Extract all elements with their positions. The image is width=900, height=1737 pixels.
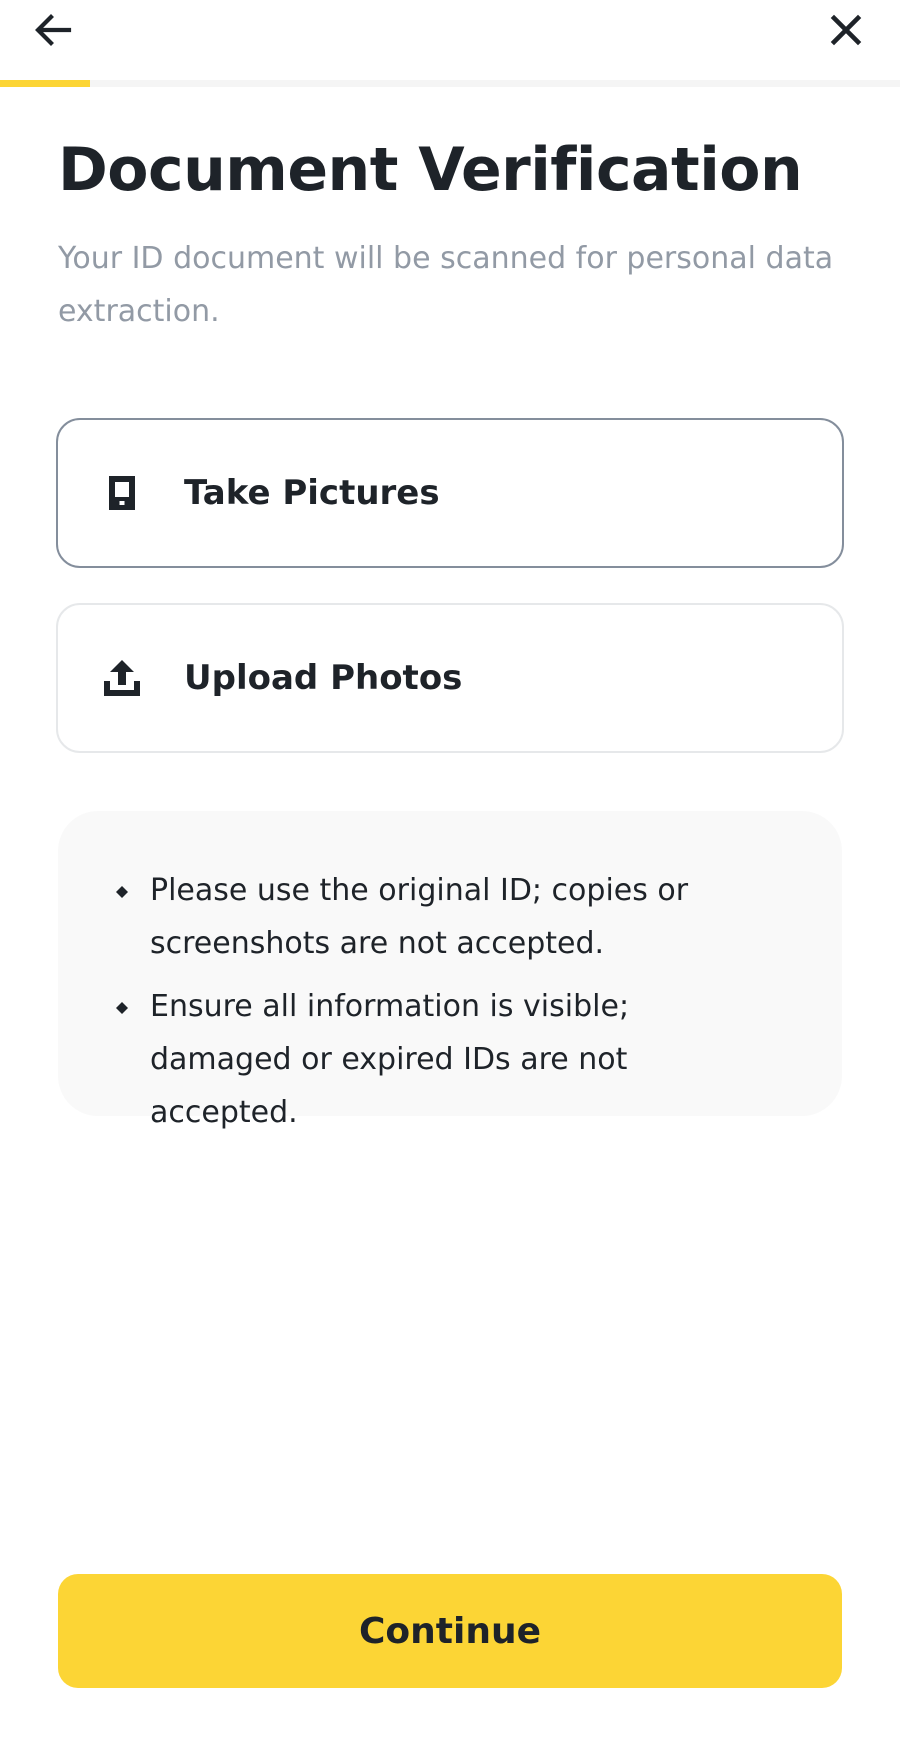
- arrow-left-icon: [35, 14, 72, 46]
- upload-photos-label: Upload Photos: [184, 658, 463, 698]
- note-text: Ensure all information is visible; damag…: [150, 989, 630, 1130]
- page-subtitle: Your ID document will be scanned for per…: [58, 241, 834, 329]
- close-icon: [830, 14, 862, 46]
- take-pictures-option[interactable]: Take Pictures: [56, 418, 844, 568]
- take-pictures-label: Take Pictures: [184, 473, 440, 513]
- note-item: Ensure all information is visible; damag…: [116, 980, 792, 1139]
- continue-button[interactable]: Continue: [58, 1574, 842, 1688]
- top-bar: [0, 0, 900, 80]
- diamond-bullet-icon: [116, 886, 128, 898]
- upload-photos-option[interactable]: Upload Photos: [56, 603, 844, 753]
- page-title: Document Verification: [58, 135, 803, 205]
- requirements-notes: Please use the original ID; copies or sc…: [58, 811, 842, 1130]
- phone-camera-icon: [100, 471, 144, 515]
- note-item: Please use the original ID; copies or sc…: [116, 864, 792, 970]
- close-button[interactable]: [816, 0, 876, 60]
- diamond-bullet-icon: [116, 1002, 128, 1014]
- upload-icon: [100, 656, 144, 700]
- back-button[interactable]: [23, 0, 83, 60]
- progress-bar-fill: [0, 80, 90, 87]
- progress-bar: [0, 80, 900, 87]
- note-text: Please use the original ID; copies or sc…: [150, 873, 689, 961]
